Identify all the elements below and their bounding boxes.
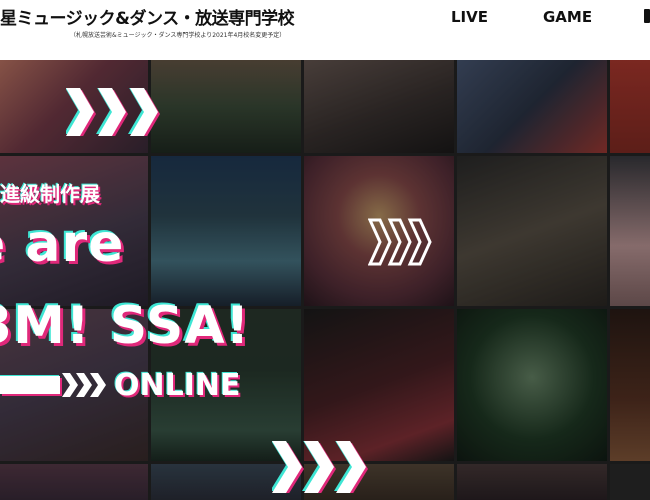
exhibition-title: 進級制作展 bbox=[0, 182, 100, 206]
school-logo[interactable]: 星ミュージック&ダンス・放送専門学校 （札幌放送芸術&ミュージック・ダンス専門学… bbox=[0, 4, 295, 44]
headline-line-1: e are bbox=[0, 214, 125, 274]
page: 星ミュージック&ダンス・放送専門学校 （札幌放送芸術&ミュージック・ダンス専門学… bbox=[0, 0, 650, 500]
tile-chorus-stage[interactable] bbox=[151, 60, 301, 153]
tile-dancer-red-skirt[interactable] bbox=[304, 309, 454, 461]
tile-bottom-crowd[interactable] bbox=[0, 464, 148, 500]
tile-actors-costume[interactable] bbox=[457, 156, 607, 306]
tile-edge-portrait[interactable] bbox=[610, 309, 650, 461]
triple-chevron-outline-icon bbox=[368, 218, 432, 266]
triple-chevron-icon bbox=[66, 88, 160, 136]
arrow-bar-icon bbox=[0, 376, 60, 394]
nav-game[interactable]: GAME bbox=[543, 8, 592, 30]
tile-singer-green-stage[interactable] bbox=[457, 309, 607, 461]
tile-edge-sign[interactable] bbox=[610, 156, 650, 306]
logo-title: 星ミュージック&ダンス・放送専門学校 bbox=[0, 9, 295, 29]
tile-band-live[interactable] bbox=[304, 60, 454, 153]
tile-edge-red[interactable] bbox=[610, 60, 650, 153]
logo-subtitle: （札幌放送芸術&ミュージック・ダンス専門学校より2021年4月校名変更予定） bbox=[70, 32, 286, 39]
nav-live[interactable]: LIVE bbox=[451, 8, 488, 30]
tile-gamer-closeup[interactable] bbox=[457, 60, 607, 153]
site-header: 星ミュージック&ダンス・放送専門学校 （札幌放送芸術&ミュージック・ダンス専門学… bbox=[0, 0, 650, 60]
triple-chevron-bottom-icon bbox=[272, 441, 368, 493]
tile-esports-arena[interactable] bbox=[151, 156, 301, 306]
tile-bottom-show[interactable] bbox=[457, 464, 607, 500]
online-label[interactable]: ONLINE bbox=[114, 368, 241, 403]
small-chevrons-icon bbox=[62, 373, 106, 397]
headline-line-2: 3M! SSA! bbox=[0, 296, 251, 356]
tile-bottom-edge[interactable] bbox=[610, 464, 650, 500]
nav-next-item[interactable] bbox=[644, 9, 650, 23]
